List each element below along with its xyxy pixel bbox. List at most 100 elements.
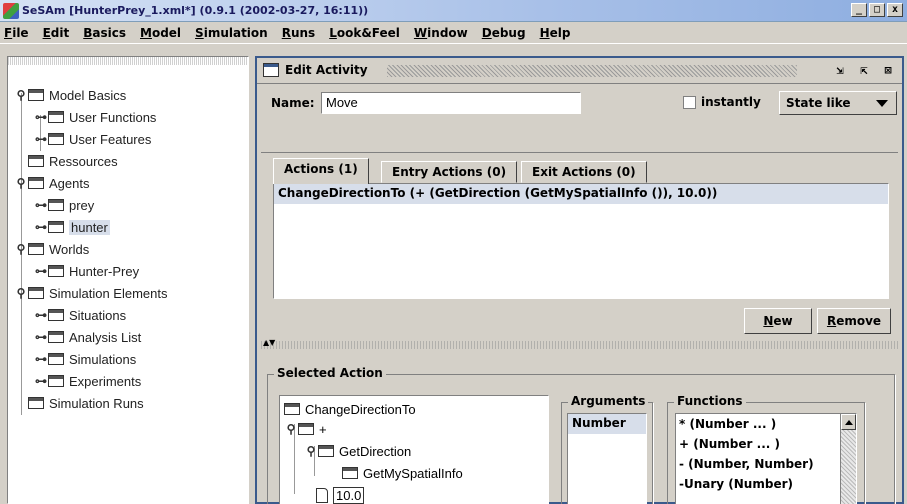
name-field[interactable]: Move: [321, 92, 581, 114]
tree-item-simulations[interactable]: ⊶ Simulations: [34, 348, 136, 370]
expr-node-label: +: [319, 421, 327, 437]
maximize-button[interactable]: □: [869, 3, 885, 17]
collapse-handle-icon[interactable]: ⚲: [284, 422, 298, 436]
maximize-icon[interactable]: ⇱: [856, 62, 872, 78]
folder-icon: [28, 397, 44, 409]
tree-item-label: Hunter-Prey: [69, 263, 140, 279]
function-item[interactable]: - (Number, Number): [676, 454, 856, 474]
tree-item-simulation-elements[interactable]: ⚲ Simulation Elements: [14, 282, 168, 304]
expand-handle-icon[interactable]: ⊶: [34, 132, 48, 146]
function-item[interactable]: -Unary (Number): [676, 474, 856, 494]
actions-list[interactable]: ChangeDirectionTo (+ (GetDirection (GetM…: [273, 183, 889, 299]
function-item[interactable]: + (Number ... ): [676, 434, 856, 454]
collapse-handle-icon[interactable]: ⚲: [14, 88, 28, 102]
expand-handle-icon[interactable]: ⊶: [34, 110, 48, 124]
menu-window[interactable]: Window: [414, 26, 468, 40]
tree-item-label: Model Basics: [49, 87, 127, 103]
folder-icon: [48, 353, 64, 365]
tree-item-worlds[interactable]: ⚲ Worlds: [14, 238, 90, 260]
menu-bar: File Edit Basics Model Simulation Runs L…: [0, 22, 907, 44]
tree-item-label: Agents: [49, 175, 90, 191]
action-row[interactable]: ChangeDirectionTo (+ (GetDirection (GetM…: [274, 184, 888, 204]
frame-controls: ⇲ ⇱ ⊠: [832, 62, 896, 78]
expand-handle-icon[interactable]: ⊶: [34, 220, 48, 234]
expr-node-getmyspatialinfo[interactable]: GetMySpatialInfo: [342, 463, 463, 483]
tree-item-hunter-prey[interactable]: ⊶ Hunter-Prey: [34, 260, 139, 282]
expr-node-label: ChangeDirectionTo: [305, 401, 416, 417]
arguments-list[interactable]: Number: [567, 413, 647, 504]
tree-item-experiments[interactable]: ⊶ Experiments: [34, 370, 141, 392]
scroll-up-icon[interactable]: [841, 414, 856, 430]
folder-icon: [48, 331, 64, 343]
tree-item-simulation-runs[interactable]: Simulation Runs: [28, 392, 144, 414]
expr-node-constant[interactable]: 10.0: [316, 485, 365, 504]
split-pane-divider[interactable]: [261, 341, 898, 349]
expand-handle-icon[interactable]: ⊶: [34, 198, 48, 212]
menu-runs[interactable]: Runs: [282, 26, 315, 40]
tree-item-analysis-list[interactable]: ⊶ Analysis List: [34, 326, 141, 348]
folder-icon: [28, 243, 44, 255]
tree-item-situations[interactable]: ⊶ Situations: [34, 304, 126, 326]
folder-icon: [48, 265, 64, 277]
tree-item-user-features[interactable]: ⊶ User Features: [34, 128, 151, 150]
menu-model[interactable]: Model: [140, 26, 181, 40]
split-arrows-icon[interactable]: ▲▼: [263, 339, 275, 347]
expand-handle-icon[interactable]: ⊶: [34, 264, 48, 278]
tab-actions[interactable]: Actions (1): [273, 158, 369, 184]
functions-scrollbar[interactable]: [840, 414, 856, 504]
tree-item-hunter[interactable]: ⊶ hunter: [34, 216, 110, 238]
tree-item-prey[interactable]: ⊶ prey: [34, 194, 94, 216]
expr-node-label: GetDirection: [339, 443, 412, 459]
expand-handle-icon[interactable]: ⊶: [34, 330, 48, 344]
folder-icon: [48, 309, 64, 321]
folder-icon: [48, 375, 64, 387]
tree-grip[interactable]: [8, 57, 248, 65]
menu-simulation[interactable]: Simulation: [195, 26, 268, 40]
selected-action-title: Selected Action: [274, 366, 386, 380]
new-button[interactable]: New: [744, 308, 812, 334]
instantly-checkbox[interactable]: [683, 96, 696, 109]
document-icon: [316, 487, 328, 503]
expr-node-label: 10.0: [333, 486, 365, 504]
tab-exit-actions[interactable]: Exit Actions (0): [521, 161, 647, 183]
close-icon[interactable]: ⊠: [880, 62, 896, 78]
menu-file[interactable]: File: [4, 26, 29, 40]
folder-icon: [342, 467, 358, 479]
collapse-handle-icon[interactable]: ⚲: [14, 286, 28, 300]
argument-item[interactable]: Number: [568, 414, 646, 434]
expand-handle-icon[interactable]: ⊶: [34, 308, 48, 322]
collapse-handle-icon[interactable]: ⚲: [14, 176, 28, 190]
expand-handle-icon[interactable]: ⊶: [34, 352, 48, 366]
menu-edit[interactable]: Edit: [43, 26, 70, 40]
expr-node-getdirection[interactable]: ⚲ GetDirection: [304, 441, 412, 461]
menu-debug[interactable]: Debug: [482, 26, 526, 40]
menu-basics[interactable]: Basics: [83, 26, 126, 40]
tree-item-user-functions[interactable]: ⊶ User Functions: [34, 106, 156, 128]
expr-node-changedirectionto[interactable]: ChangeDirectionTo: [284, 399, 416, 419]
tree-item-label: Worlds: [49, 241, 90, 257]
remove-button[interactable]: Remove: [817, 308, 891, 334]
title-bar[interactable]: SeSAm [HunterPrey_1.xml*] (0.9.1 (2002-0…: [0, 0, 907, 22]
close-button[interactable]: x: [887, 3, 903, 17]
functions-list[interactable]: * (Number ... ) + (Number ... ) - (Numbe…: [675, 413, 857, 504]
menu-help[interactable]: Help: [540, 26, 571, 40]
tree-item-model-basics[interactable]: ⚲ Model Basics: [14, 84, 127, 106]
expression-tree[interactable]: ChangeDirectionTo ⚲ + ⚲ GetDirection Get…: [279, 395, 549, 504]
state-like-select[interactable]: State like: [779, 91, 897, 115]
tree-item-label: Experiments: [69, 373, 142, 389]
folder-icon: [28, 177, 44, 189]
expand-handle-icon[interactable]: ⊶: [34, 374, 48, 388]
collapse-handle-icon[interactable]: ⚲: [304, 444, 318, 458]
menu-look-and-feel[interactable]: Look&Feel: [329, 26, 400, 40]
tree-item-ressources[interactable]: Ressources: [28, 150, 118, 172]
frame-title-bar[interactable]: Edit Activity ⇲ ⇱ ⊠: [257, 58, 902, 84]
iconify-icon[interactable]: ⇲: [832, 62, 848, 78]
model-tree[interactable]: ⚲ Model Basics ⊶ User Functions ⊶ User F…: [7, 56, 249, 504]
minimize-button[interactable]: _: [851, 3, 867, 17]
tree-item-label: Simulation Runs: [49, 395, 144, 411]
collapse-handle-icon[interactable]: ⚲: [14, 242, 28, 256]
function-item[interactable]: * (Number ... ): [676, 414, 856, 434]
tree-item-agents[interactable]: ⚲ Agents: [14, 172, 90, 194]
tab-entry-actions[interactable]: Entry Actions (0): [381, 161, 518, 183]
expr-node-plus[interactable]: ⚲ +: [284, 419, 327, 439]
